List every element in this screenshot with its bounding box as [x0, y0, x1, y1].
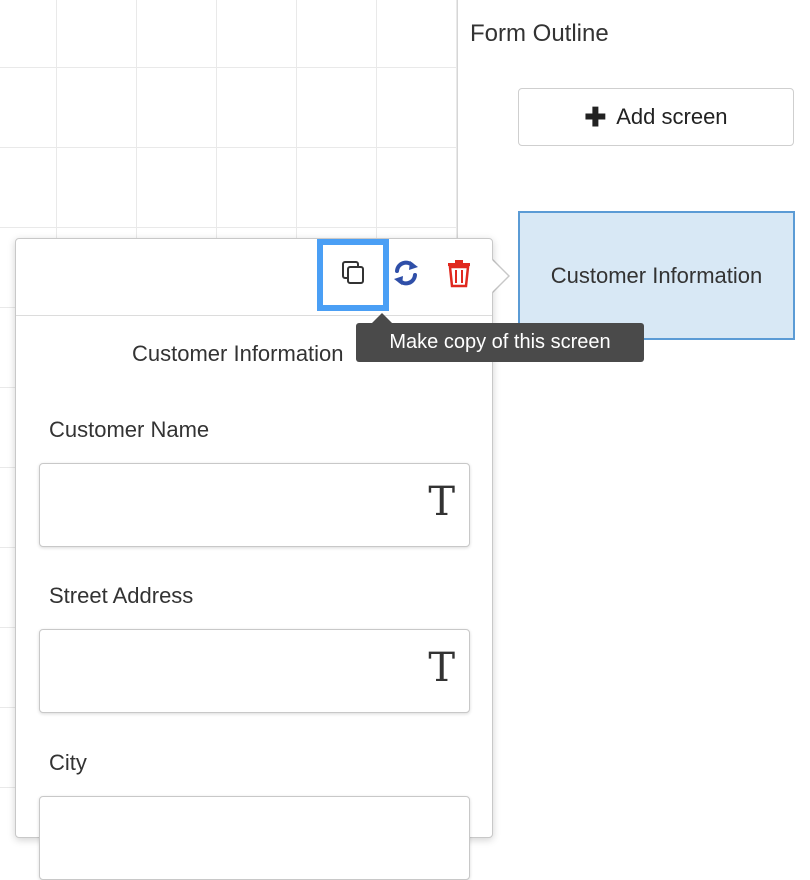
- refresh-icon: [391, 258, 421, 293]
- street-address-label: Street Address: [49, 583, 194, 608]
- copy-screen-button[interactable]: [317, 239, 389, 311]
- popover-arrow-fill: [491, 259, 508, 293]
- delete-screen-button[interactable]: [443, 259, 475, 291]
- screen-card-label: Customer Information: [550, 262, 763, 288]
- customer-name-label: Customer Name: [49, 417, 210, 442]
- replace-screen-button[interactable]: [390, 259, 422, 291]
- form-outline-title: Form Outline: [470, 20, 609, 47]
- city-field[interactable]: [39, 796, 470, 880]
- customer-name-field[interactable]: T: [39, 463, 470, 547]
- text-type-icon: T: [428, 479, 455, 525]
- screen-card-customer-information[interactable]: Customer Information: [518, 211, 795, 340]
- tooltip-arrow: [372, 313, 392, 323]
- copy-tooltip: Make copy of this screen: [356, 323, 644, 362]
- popover-toolbar: [16, 239, 492, 316]
- city-label: City: [49, 750, 87, 775]
- street-address-field[interactable]: T: [39, 629, 470, 713]
- text-type-icon: T: [428, 645, 455, 691]
- add-screen-label: Add screen: [616, 104, 728, 129]
- copy-icon: [339, 259, 367, 292]
- plus-icon: ✚: [584, 102, 607, 132]
- add-screen-button[interactable]: ✚ Add screen: [518, 88, 794, 146]
- popover-screen-title: Customer Information: [132, 341, 344, 366]
- trash-icon: [446, 258, 472, 293]
